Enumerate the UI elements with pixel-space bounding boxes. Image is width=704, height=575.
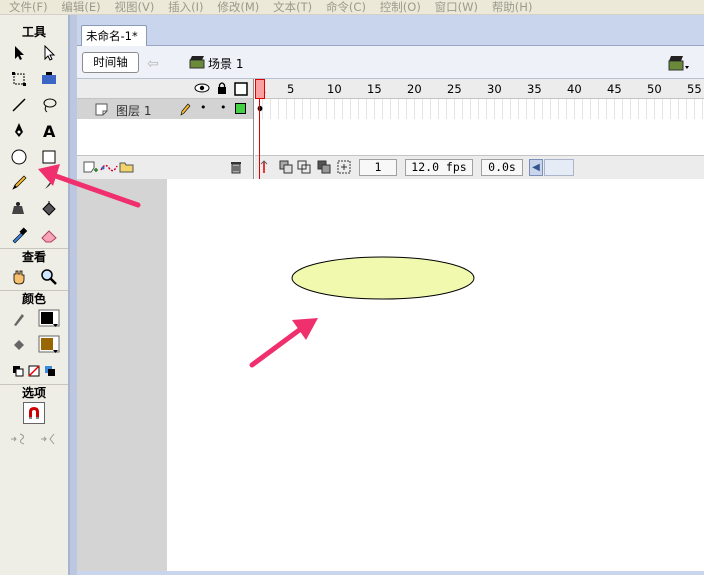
selection-tool-icon[interactable] (8, 42, 30, 64)
drawn-ellipse[interactable] (291, 256, 475, 300)
fill-color-swatch[interactable] (38, 334, 60, 356)
ruler-label: 20 (407, 82, 422, 96)
visibility-dot[interactable]: • (200, 101, 207, 114)
frame-ruler[interactable]: 1 5 10 15 20 25 30 35 40 45 50 55 (255, 79, 704, 99)
horizontal-scrollbar[interactable] (77, 571, 704, 575)
text-tool-icon[interactable]: A (38, 120, 60, 142)
ruler-label: 55 (687, 82, 702, 96)
timeline-panel: 图层 1 • • 1 5 10 15 20 25 30 (77, 79, 704, 179)
tools-panel: 工具 A 查看 颜色 选项 (0, 15, 70, 575)
show-hide-icon[interactable] (194, 81, 210, 98)
edit-bar: 时间轴 ⇦ 场景 1 (77, 46, 704, 79)
outline-color-swatch[interactable] (235, 103, 246, 114)
default-colors-icon[interactable] (11, 360, 25, 382)
panel-divider[interactable] (70, 15, 77, 575)
layer-name[interactable]: 图层 1 (116, 102, 151, 119)
edit-multiple-frames-icon[interactable] (317, 160, 331, 177)
ruler-label: 10 (327, 82, 342, 96)
ruler-label: 45 (607, 82, 622, 96)
menu-insert[interactable]: 插入(I) (168, 1, 203, 14)
ruler-label: 5 (287, 82, 295, 96)
menu-commands[interactable]: 命令(C) (326, 1, 366, 14)
oval-tool-icon[interactable] (8, 146, 30, 168)
line-tool-icon[interactable] (8, 94, 30, 116)
elapsed-time-field: 0.0s (481, 159, 523, 176)
scroll-left-button[interactable]: ◀ (529, 159, 543, 176)
swap-colors-icon[interactable] (43, 360, 57, 382)
frame-rate-field[interactable]: 12.0 fps (405, 159, 473, 176)
stroke-color-swatch[interactable] (38, 308, 60, 330)
layer-row[interactable]: 图层 1 • • (77, 99, 253, 119)
pasteboard (77, 179, 167, 575)
delete-layer-icon[interactable] (229, 160, 243, 177)
lock-icon[interactable] (216, 81, 228, 98)
playhead-line (259, 99, 260, 179)
onion-skin-outlines-icon[interactable] (297, 160, 311, 177)
pen-tool-icon[interactable] (8, 120, 30, 142)
scroll-thumb[interactable] (544, 159, 574, 176)
smooth-option-icon (8, 428, 30, 450)
eraser-tool-icon[interactable] (38, 224, 60, 246)
fill-transform-tool-icon[interactable] (38, 68, 60, 90)
subselection-tool-icon[interactable] (38, 42, 60, 64)
modify-markers-icon[interactable] (337, 160, 351, 177)
lasso-tool-icon[interactable] (38, 94, 60, 116)
edit-scene-icon[interactable] (667, 54, 691, 75)
timeline-status-bar: 1 12.0 fps 0.0s ◀ (255, 155, 704, 179)
tools-header: 工具 (21, 25, 46, 39)
outline-icon[interactable] (234, 82, 248, 99)
straighten-option-icon (38, 428, 60, 450)
stage-area (77, 179, 704, 575)
no-color-icon[interactable] (27, 360, 41, 382)
menu-help[interactable]: 帮助(H) (492, 1, 533, 14)
menu-view[interactable]: 视图(V) (115, 1, 155, 14)
options-header: 选项 (0, 384, 68, 400)
ruler-label: 50 (647, 82, 662, 96)
timeline-toggle-button[interactable]: 时间轴 (82, 52, 139, 73)
ruler-label: 30 (487, 82, 502, 96)
playhead[interactable] (255, 79, 265, 99)
document-tab-bar: 未命名-1* (77, 15, 704, 46)
layer-header (77, 79, 253, 99)
menu-modify[interactable]: 修改(M) (217, 1, 259, 14)
lock-dot[interactable]: • (220, 101, 227, 114)
pencil-edit-icon (179, 102, 191, 119)
annotation-arrow-tools (38, 164, 141, 208)
frames-panel: 1 5 10 15 20 25 30 35 40 45 50 55 (255, 79, 704, 179)
back-arrow-icon[interactable]: ⇦ (147, 56, 159, 72)
current-frame-field: 1 (359, 159, 397, 176)
hand-tool-icon[interactable] (8, 266, 30, 288)
snap-to-objects-icon[interactable] (23, 402, 45, 424)
ruler-label: 15 (367, 82, 382, 96)
layer-icon (95, 102, 109, 119)
stroke-color-icon (8, 308, 30, 330)
fill-color-icon (8, 334, 30, 356)
menu-text[interactable]: 文本(T) (273, 1, 312, 14)
ruler-label: 35 (527, 82, 542, 96)
onion-skin-icon[interactable] (279, 160, 293, 177)
scene-label: 场景 1 (208, 57, 244, 71)
ruler-label: 25 (447, 82, 462, 96)
annotation-arrow-ellipse (249, 318, 318, 368)
menu-window[interactable]: 窗口(W) (435, 1, 478, 14)
color-header: 颜色 (0, 290, 68, 306)
main-area: 未命名-1* 时间轴 ⇦ 场景 1 图层 1 • • 5 10 15 20 25… (77, 15, 704, 575)
frame-grid[interactable] (255, 99, 704, 119)
menu-control[interactable]: 控制(O) (380, 1, 421, 14)
menu-edit[interactable]: 编辑(E) (61, 1, 100, 14)
ink-bottle-tool-icon[interactable] (8, 198, 30, 220)
svg-text:A: A (43, 122, 56, 140)
pencil-tool-icon[interactable] (8, 172, 30, 194)
document-tab[interactable]: 未命名-1* (81, 25, 147, 46)
free-transform-tool-icon[interactable] (8, 68, 30, 90)
ruler-label: 40 (567, 82, 582, 96)
menu-bar: 文件(F) 编辑(E) 视图(V) 插入(I) 修改(M) 文本(T) 命令(C… (0, 0, 704, 15)
zoom-tool-icon[interactable] (38, 266, 60, 288)
eyedropper-tool-icon[interactable] (8, 224, 30, 246)
view-header: 查看 (0, 248, 68, 264)
menu-file[interactable]: 文件(F) (9, 1, 48, 14)
clapperboard-icon (189, 55, 205, 72)
